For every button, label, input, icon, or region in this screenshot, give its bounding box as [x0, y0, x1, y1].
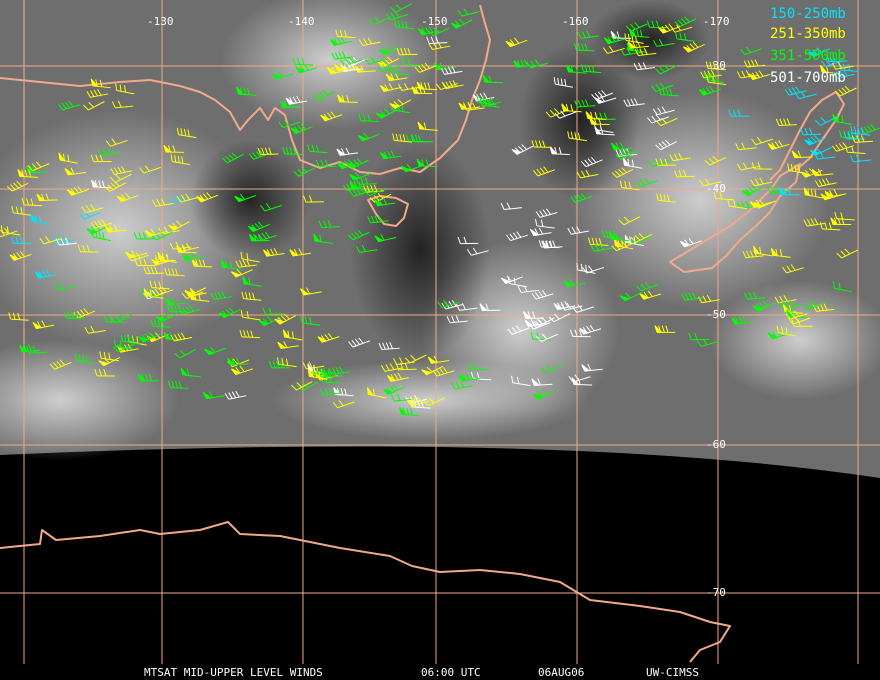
source-credit: UW-CIMSS [646, 666, 699, 679]
valid-date: 06AUG06 [538, 666, 585, 679]
lon-label: -140 [288, 15, 315, 28]
valid-time: 06:00 UTC [421, 666, 481, 679]
product-title: MTSAT MID-UPPER LEVEL WINDS [144, 666, 323, 679]
antarctica-coast [0, 521, 731, 663]
legend-entry: 150-250mb [770, 6, 846, 22]
legend-entry: 351-500mb [770, 48, 846, 64]
lat-label: -70 [706, 586, 726, 599]
footer-bar: MTSAT MID-UPPER LEVEL WINDS 06:00 UTC 06… [0, 664, 880, 680]
lat-label: -40 [706, 182, 726, 195]
lon-label: -160 [562, 15, 589, 28]
map-canvas [0, 0, 880, 664]
legend-entry: 501-700mb [770, 70, 846, 86]
lon-label: -170 [703, 15, 730, 28]
lat-label: -30 [706, 59, 726, 72]
lon-label: -150 [421, 15, 448, 28]
satellite-wind-map: -130 -140 -150 -160 -170 -30 -40 -50 -60… [0, 0, 880, 680]
lat-label: -60 [706, 438, 726, 451]
lat-label: -50 [706, 308, 726, 321]
lon-label: -130 [147, 15, 174, 28]
legend-entry: 251-350mb [770, 26, 846, 42]
